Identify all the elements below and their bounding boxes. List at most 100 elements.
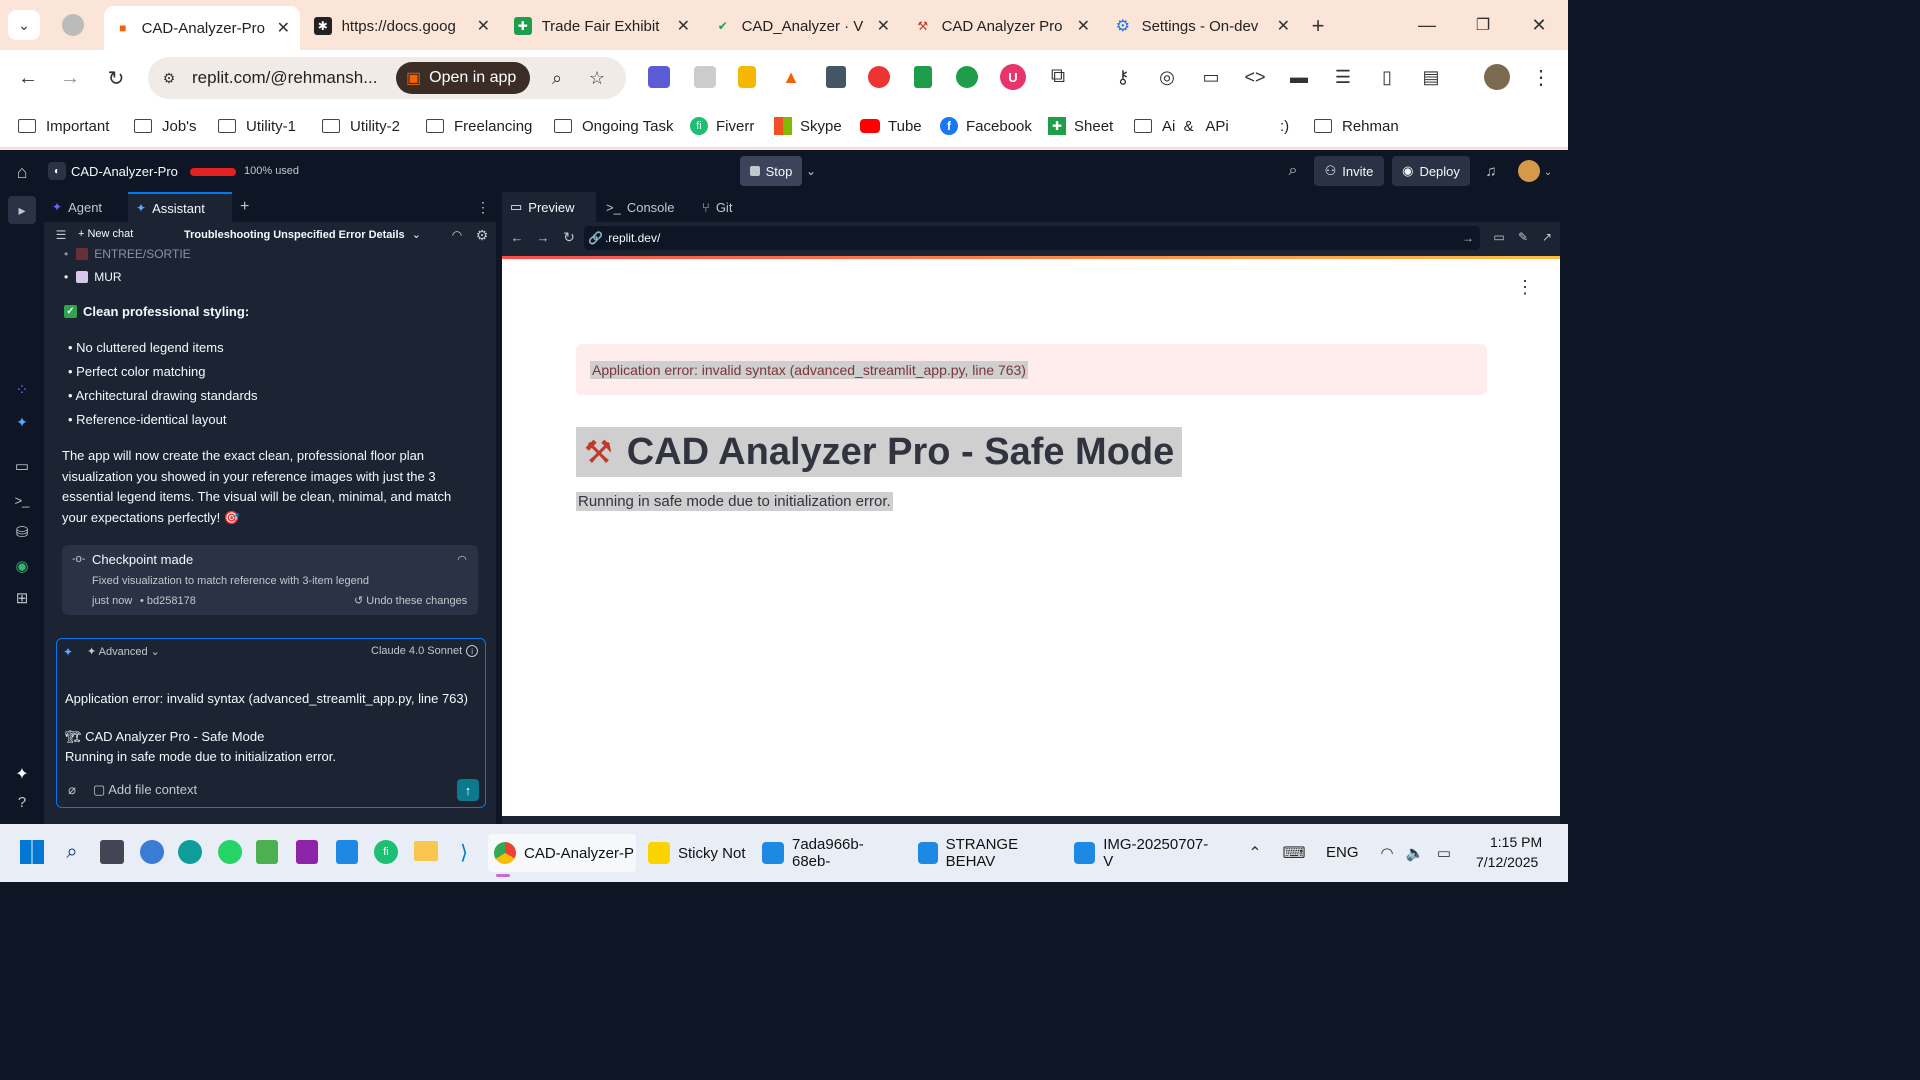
card-icon[interactable]: ▬	[1286, 64, 1312, 90]
reload-icon[interactable]: ↻	[560, 228, 578, 246]
close-icon[interactable]: ✕	[677, 16, 690, 36]
extension-icon[interactable]	[956, 66, 978, 88]
back-icon[interactable]: ←	[14, 64, 42, 92]
bookmark-fiverr[interactable]: fi Fiverr	[690, 115, 754, 137]
panel-toggle-icon[interactable]: ▸	[8, 196, 36, 224]
deploy-rail-icon[interactable]: ◉	[10, 554, 34, 578]
grid-icon[interactable]: ⊞	[10, 586, 34, 610]
paperclip-icon[interactable]: ⌀	[63, 781, 81, 799]
bookmark-facebook[interactable]: f Facebook	[940, 115, 1032, 137]
lens-icon[interactable]: ◎	[1154, 64, 1180, 90]
devices-icon[interactable]: ▭	[1198, 64, 1224, 90]
wifi-icon[interactable]: ◠	[1376, 842, 1398, 864]
chevron-down-icon[interactable]: ⌄	[804, 160, 818, 182]
bookmark-skype[interactable]: Skype	[774, 115, 842, 137]
reading-list-icon[interactable]: ☰	[1330, 64, 1356, 90]
agent-icon[interactable]: ✦	[10, 410, 34, 434]
help-icon[interactable]: ?	[10, 790, 34, 814]
volume-icon[interactable]: 🔈	[1404, 842, 1426, 864]
undo-button[interactable]: ↺ Undo these changes	[354, 594, 467, 607]
language-indicator[interactable]: ENG	[1326, 844, 1359, 861]
tab-cad-analyzer-v[interactable]: ✔ CAD_Analyzer · V ✕	[704, 6, 900, 46]
search-icon[interactable]: ⌕	[1282, 160, 1304, 182]
restore-icon[interactable]: ❐	[1468, 12, 1498, 38]
extension-icon[interactable]	[694, 66, 716, 88]
menu-icon[interactable]: ⋮	[1528, 64, 1554, 90]
tab-preview[interactable]: ▭ Preview	[502, 192, 596, 222]
close-icon[interactable]: ✕	[1077, 16, 1090, 36]
star-icon[interactable]: ☆	[586, 67, 608, 89]
chevron-down-icon[interactable]: ⌄	[1542, 162, 1554, 182]
project-name[interactable]: CAD-Analyzer-Pro	[71, 164, 178, 179]
zoom-icon[interactable]: ⌕	[546, 67, 568, 89]
gear-icon[interactable]: ⚙	[472, 225, 492, 245]
reload-icon[interactable]: ↻	[102, 64, 130, 92]
devices-icon[interactable]: ▭	[1490, 228, 1508, 246]
close-window-icon[interactable]: ✕	[1524, 12, 1554, 38]
new-tab-button[interactable]: +	[1304, 12, 1332, 40]
add-tab-button[interactable]: +	[240, 192, 249, 222]
external-link-icon[interactable]: ↗	[1538, 228, 1556, 246]
model-selector[interactable]: Claude 4.0 Sonnet i	[371, 645, 479, 657]
more-icon[interactable]: ⋮	[476, 192, 490, 222]
clock-date[interactable]: 7/12/2025	[1476, 854, 1538, 870]
arrow-right-icon[interactable]: →	[1462, 231, 1474, 245]
globe-icon[interactable]	[62, 14, 84, 36]
preview-url[interactable]: 🔗 .replit.dev/ →	[584, 226, 1480, 250]
deploy-button[interactable]: ◉ Deploy	[1392, 156, 1470, 186]
tab-agent[interactable]: ✦ Agent	[52, 192, 102, 222]
close-icon[interactable]: ✕	[877, 16, 890, 36]
edge-icon[interactable]	[178, 840, 202, 864]
bookmark-sheet[interactable]: ✚ Sheet	[1048, 115, 1113, 137]
store-icon[interactable]	[336, 840, 358, 864]
extension-icon[interactable]: U	[1000, 64, 1026, 90]
site-info-icon[interactable]: ⚙	[158, 67, 180, 89]
invite-button[interactable]: ⚇ Invite	[1314, 156, 1384, 186]
extension-icon[interactable]	[826, 66, 846, 88]
chevron-up-icon[interactable]: ⌃	[1244, 842, 1266, 864]
taskbar-app-chrome[interactable]: CAD-Analyzer-P	[488, 834, 636, 872]
side-panel-icon[interactable]: ▤	[1418, 64, 1444, 90]
bookmark-utility-2[interactable]: Utility-2	[322, 115, 400, 137]
tab-cad-analyzer-pro-2[interactable]: ⚒ CAD Analyzer Pro ✕	[904, 6, 1100, 46]
bookmark-rehman[interactable]: Rehman	[1314, 115, 1399, 137]
notepad-icon[interactable]	[256, 840, 278, 864]
file-explorer-icon[interactable]	[414, 841, 438, 861]
snipping-icon[interactable]	[296, 840, 318, 864]
tab-docs[interactable]: ✱ https://docs.goog ✕	[304, 6, 500, 46]
windows-start-icon[interactable]	[20, 840, 44, 864]
chat-title[interactable]: Troubleshooting Unspecified Error Detail…	[184, 228, 421, 241]
forward-icon[interactable]: →	[534, 228, 552, 246]
gauge-icon[interactable]: ◠	[454, 551, 470, 567]
bookmark-smiley[interactable]: :)	[1280, 115, 1289, 137]
tab-trade-fair[interactable]: ✚ Trade Fair Exhibit ✕	[504, 6, 700, 46]
tab-search-button[interactable]: ⌄	[8, 10, 40, 40]
add-context-button[interactable]: ▢ Add file context	[93, 782, 197, 798]
send-button[interactable]: ↑	[457, 779, 479, 801]
profile-avatar[interactable]	[1484, 64, 1510, 90]
back-icon[interactable]: ←	[508, 228, 526, 246]
tab-console[interactable]: >_ Console	[606, 192, 675, 222]
task-view-icon[interactable]	[100, 840, 124, 864]
open-in-app-button[interactable]: ▣ Open in app	[396, 62, 530, 94]
code-icon[interactable]: <>	[1242, 64, 1268, 90]
extension-icon[interactable]	[914, 66, 932, 88]
bookmark-ai-api[interactable]: Ai & APi	[1134, 115, 1229, 137]
taskbar-app-sticky[interactable]: Sticky Not	[648, 834, 748, 872]
keyboard-icon[interactable]: ⌨	[1282, 842, 1306, 864]
mode-selector[interactable]: ✦ Advanced ⌄	[87, 645, 160, 658]
key-icon[interactable]: ⚷	[1110, 64, 1136, 90]
vscode-icon[interactable]: ⟩	[452, 840, 476, 864]
taskbar-app-photo-1[interactable]: 7ada966b-68eb-	[762, 834, 902, 872]
monitor-icon[interactable]: ▭	[10, 454, 34, 478]
url-text[interactable]: replit.com/@rehmansh...	[192, 68, 377, 88]
tab-assistant[interactable]: ✦ Assistant	[128, 192, 232, 222]
wrench-icon[interactable]: ✎	[1514, 228, 1532, 246]
bookmark-utility-1[interactable]: Utility-1	[218, 115, 296, 137]
bookmark-important[interactable]: Important	[18, 115, 109, 137]
tab-cad-analyzer-pro[interactable]: ■ CAD-Analyzer-Pro ✕	[104, 6, 300, 50]
bookmark-tube[interactable]: Tube	[860, 115, 922, 137]
bookmark-ongoing-task[interactable]: Ongoing Task	[554, 115, 673, 137]
kebab-menu-icon[interactable]: ⋮	[1514, 276, 1536, 298]
clock-time[interactable]: 1:15 PM	[1490, 834, 1542, 850]
